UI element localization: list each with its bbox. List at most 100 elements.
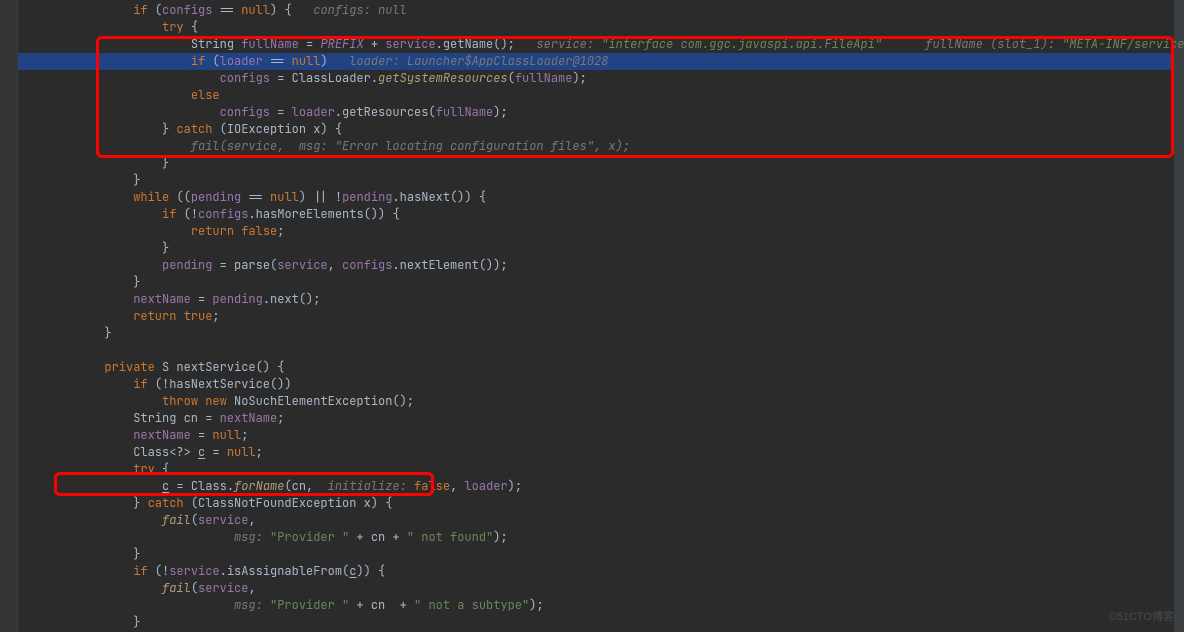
code-line[interactable]: if (!hasNextService()) bbox=[18, 376, 1184, 393]
code-line[interactable]: if (configs == null) { configs: null bbox=[18, 2, 1184, 19]
code-line[interactable]: } bbox=[18, 240, 1184, 257]
token-plain: .isAssignableFrom( bbox=[220, 563, 350, 579]
token-kw: catch bbox=[176, 121, 212, 137]
code-editor[interactable]: if (configs == null) { configs: null try… bbox=[18, 0, 1184, 632]
token-plain: } bbox=[133, 172, 140, 188]
code-line[interactable]: c = Class.forName(cn, initialize: false,… bbox=[18, 478, 1184, 495]
code-line[interactable]: } catch (ClassNotFoundException x) { bbox=[18, 495, 1184, 512]
code-line[interactable]: msg: "Provider " + cn + " not found"); bbox=[18, 529, 1184, 546]
code-line[interactable]: else bbox=[18, 87, 1184, 104]
token-field: pending bbox=[162, 257, 212, 273]
code-line[interactable]: nextName = null; bbox=[18, 427, 1184, 444]
code-line[interactable]: String fullName = PREFIX + service.getNa… bbox=[18, 36, 1184, 53]
code-line[interactable]: } bbox=[18, 172, 1184, 189]
token-plain: + bbox=[364, 36, 386, 52]
token-meth-i: getSystemResources bbox=[378, 70, 508, 86]
token-plain: ( bbox=[148, 2, 162, 18]
token-hint: fail(service, msg: "Error locating confi… bbox=[191, 138, 630, 154]
token-hint: loader: Launcher$AppClassLoader@1028 bbox=[349, 53, 608, 69]
token-plain: (cn, bbox=[284, 478, 327, 494]
code-line[interactable]: String cn = nextName; bbox=[18, 410, 1184, 427]
code-line[interactable] bbox=[18, 342, 1184, 359]
code-line[interactable]: } bbox=[18, 325, 1184, 342]
token-plain: = bbox=[191, 291, 213, 307]
token-kw: try bbox=[162, 19, 184, 35]
code-line[interactable]: } bbox=[18, 546, 1184, 563]
token-str-ital: "META-INF/services/com.ggc.javaspi.api.F… bbox=[1062, 36, 1184, 52]
token-field: service bbox=[169, 563, 219, 579]
token-plain: ; bbox=[277, 223, 284, 239]
code-line[interactable]: try { bbox=[18, 19, 1184, 36]
token-plain: Class<?> bbox=[133, 444, 198, 460]
code-line[interactable]: } bbox=[18, 274, 1184, 291]
token-plain: (! bbox=[148, 563, 170, 579]
token-field: service bbox=[277, 257, 327, 273]
code-line[interactable]: nextName = pending.next(); bbox=[18, 291, 1184, 308]
token-plain: == bbox=[263, 53, 292, 69]
token-plain: = ClassLoader. bbox=[270, 70, 378, 86]
token-hint: msg: bbox=[234, 529, 270, 545]
code-line[interactable]: try { bbox=[18, 461, 1184, 478]
code-line[interactable]: pending = parse(service, configs.nextEle… bbox=[18, 257, 1184, 274]
code-line[interactable]: } catch (IOException x) { bbox=[18, 121, 1184, 138]
token-plain: .getResources( bbox=[335, 104, 436, 120]
token-field: configs bbox=[220, 70, 270, 86]
code-line[interactable]: throw new NoSuchElementException(); bbox=[18, 393, 1184, 410]
token-hint: initialize: bbox=[328, 478, 414, 494]
token-plain: .getName(); bbox=[436, 36, 537, 52]
token-plain: ( bbox=[191, 580, 198, 596]
code-line[interactable]: while ((pending == null) || !pending.has… bbox=[18, 189, 1184, 206]
token-plain: (IOException x) { bbox=[212, 121, 342, 137]
token-plain: ( bbox=[191, 512, 198, 528]
token-field: pending bbox=[212, 291, 262, 307]
token-plain: ); bbox=[529, 597, 543, 613]
token-kw: null bbox=[212, 427, 241, 443]
code-line[interactable]: } bbox=[18, 155, 1184, 172]
token-plain: = bbox=[191, 427, 213, 443]
token-kw: else bbox=[191, 87, 220, 103]
token-field: nextName bbox=[133, 291, 191, 307]
token-plain: ); bbox=[493, 104, 507, 120]
code-line[interactable]: fail(service, bbox=[18, 512, 1184, 529]
token-str: "Provider " bbox=[270, 529, 349, 545]
token-field: loader bbox=[292, 104, 335, 120]
code-line[interactable]: return true; bbox=[18, 308, 1184, 325]
code-line[interactable]: fail(service, bbox=[18, 580, 1184, 597]
token-plain: nextService() { bbox=[169, 359, 284, 375]
token-hint: configs: bbox=[313, 2, 378, 18]
token-plain: ; bbox=[241, 427, 248, 443]
code-line[interactable]: return false; bbox=[18, 223, 1184, 240]
code-line[interactable]: if (loader == null) loader: Launcher$App… bbox=[18, 53, 1184, 70]
token-plain: = bbox=[270, 104, 292, 120]
code-line[interactable]: if (!configs.hasMoreElements()) { bbox=[18, 206, 1184, 223]
token-kw: if bbox=[191, 53, 205, 69]
token-plain: , bbox=[328, 257, 342, 273]
token-field: fullName bbox=[436, 104, 494, 120]
token-plain: ); bbox=[572, 70, 586, 86]
token-kw: null bbox=[227, 444, 256, 460]
token-plain: = bbox=[205, 444, 227, 460]
token-plain: )) { bbox=[356, 563, 385, 579]
token-hint: service: bbox=[536, 36, 601, 52]
code-line[interactable]: Class<?> c = null; bbox=[18, 444, 1184, 461]
code-line[interactable]: if (!service.isAssignableFrom(c)) { bbox=[18, 563, 1184, 580]
code-line[interactable]: private S nextService() { bbox=[18, 359, 1184, 376]
code-line[interactable]: msg: "Provider " + cn + " not a subtype"… bbox=[18, 597, 1184, 614]
token-hint: null bbox=[378, 2, 407, 18]
token-kw: throw new bbox=[162, 393, 227, 409]
code-line[interactable]: fail(service, msg: "Error locating confi… bbox=[18, 138, 1184, 155]
token-field: fullName bbox=[241, 36, 299, 52]
token-plain: == bbox=[241, 189, 270, 205]
code-line[interactable]: configs = loader.getResources(fullName); bbox=[18, 104, 1184, 121]
token-str: " not found" bbox=[407, 529, 493, 545]
token-field: configs bbox=[220, 104, 270, 120]
token-hint: fullName (slot_1): bbox=[925, 36, 1062, 52]
token-plain: , bbox=[248, 580, 255, 596]
token-str: " not a subtype" bbox=[414, 597, 529, 613]
token-plain: .next(); bbox=[263, 291, 321, 307]
code-line[interactable]: } bbox=[18, 614, 1184, 631]
token-field: nextName bbox=[220, 410, 278, 426]
token-plain: , bbox=[248, 512, 255, 528]
token-plain bbox=[882, 36, 925, 52]
code-line[interactable]: configs = ClassLoader.getSystemResources… bbox=[18, 70, 1184, 87]
